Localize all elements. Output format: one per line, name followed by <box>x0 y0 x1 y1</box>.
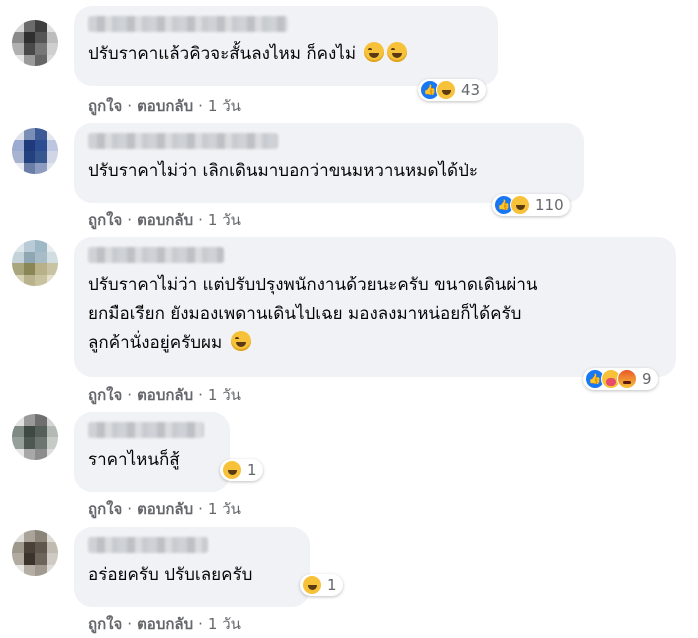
avatar[interactable] <box>12 128 58 174</box>
avatar[interactable] <box>12 530 58 576</box>
reaction-count: 1 <box>247 461 257 479</box>
comment-bubble: ปรับราคาไม่ว่า เลิกเดินมาบอกว่าขนมหวานหม… <box>74 123 584 203</box>
like-button[interactable]: ถูกใจ <box>88 500 122 518</box>
comment-bubble: ปรับราคาไม่ว่า แต่ปรับปรุงพนักงานด้วยนะค… <box>74 237 676 377</box>
reply-button[interactable]: ตอบกลับ <box>137 97 193 115</box>
comment-actions: ถูกใจ · ตอบกลับ · 1 วัน <box>88 97 241 115</box>
reply-button[interactable]: ตอบกลับ <box>137 615 193 633</box>
author-name-blurred[interactable] <box>88 537 208 553</box>
avatar[interactable] <box>12 20 58 66</box>
timestamp[interactable]: 1 วัน <box>208 211 241 229</box>
reaction-count: 43 <box>461 81 481 99</box>
timestamp[interactable]: 1 วัน <box>208 615 241 633</box>
reaction-count: 1 <box>327 576 337 594</box>
grinning-sweat-emoji-icon <box>230 331 251 351</box>
comment-bubble: ราคาไหนก็สู้ <box>74 412 230 492</box>
like-button[interactable]: ถูกใจ <box>88 386 122 404</box>
comment-text: ปรับราคาไม่ว่า แต่ปรับปรุงพนักงานด้วยนะค… <box>88 275 538 353</box>
like-button[interactable]: ถูกใจ <box>88 615 122 633</box>
haha-icon <box>222 460 242 480</box>
reaction-count: 9 <box>642 370 652 388</box>
comment-actions: ถูกใจ · ตอบกลับ · 1 วัน <box>88 211 241 229</box>
timestamp[interactable]: 1 วัน <box>208 97 241 115</box>
haha-icon <box>510 195 530 215</box>
comment-bubble: ปรับราคาแล้วคิวจะสั้นลงไหม ก็คงไม่ <box>74 6 498 86</box>
comment-bubble: อร่อยครับ ปรับเลยครับ <box>74 527 310 607</box>
reaction-count: 110 <box>535 196 564 214</box>
grinning-sweat-emoji-icon <box>387 42 408 62</box>
avatar[interactable] <box>12 414 58 460</box>
like-button[interactable]: ถูกใจ <box>88 97 122 115</box>
comment-text: อร่อยครับ ปรับเลยครับ <box>88 565 253 585</box>
author-name-blurred[interactable] <box>88 16 288 32</box>
comment-text: ราคาไหนก็สู้ <box>88 450 180 470</box>
reaction-summary[interactable]: 1 <box>220 459 263 481</box>
author-name-blurred[interactable] <box>88 422 204 438</box>
reply-button[interactable]: ตอบกลับ <box>137 386 193 404</box>
like-button[interactable]: ถูกใจ <box>88 211 122 229</box>
comment-actions: ถูกใจ · ตอบกลับ · 1 วัน <box>88 386 241 404</box>
reaction-summary[interactable]: 👍 9 <box>583 368 658 390</box>
haha-icon <box>436 80 456 100</box>
reaction-summary[interactable]: 👍 110 <box>492 194 570 216</box>
comment-text: ปรับราคาแล้วคิวจะสั้นลงไหม ก็คงไม่ <box>88 40 484 69</box>
author-name-blurred[interactable] <box>88 247 224 263</box>
comment-actions: ถูกใจ · ตอบกลับ · 1 วัน <box>88 615 241 633</box>
timestamp[interactable]: 1 วัน <box>208 500 241 518</box>
reaction-summary[interactable]: 👍 43 <box>418 79 487 101</box>
haha-icon <box>302 575 322 595</box>
grinning-sweat-emoji-icon <box>364 42 385 62</box>
author-name-blurred[interactable] <box>88 133 278 149</box>
reply-button[interactable]: ตอบกลับ <box>137 211 193 229</box>
comment-actions: ถูกใจ · ตอบกลับ · 1 วัน <box>88 500 241 518</box>
timestamp[interactable]: 1 วัน <box>208 386 241 404</box>
reaction-summary[interactable]: 1 <box>300 574 343 596</box>
comment-text: ปรับราคาไม่ว่า เลิกเดินมาบอกว่าขนมหวานหม… <box>88 161 479 181</box>
reply-button[interactable]: ตอบกลับ <box>137 500 193 518</box>
avatar[interactable] <box>12 240 58 286</box>
angry-icon <box>617 369 637 389</box>
